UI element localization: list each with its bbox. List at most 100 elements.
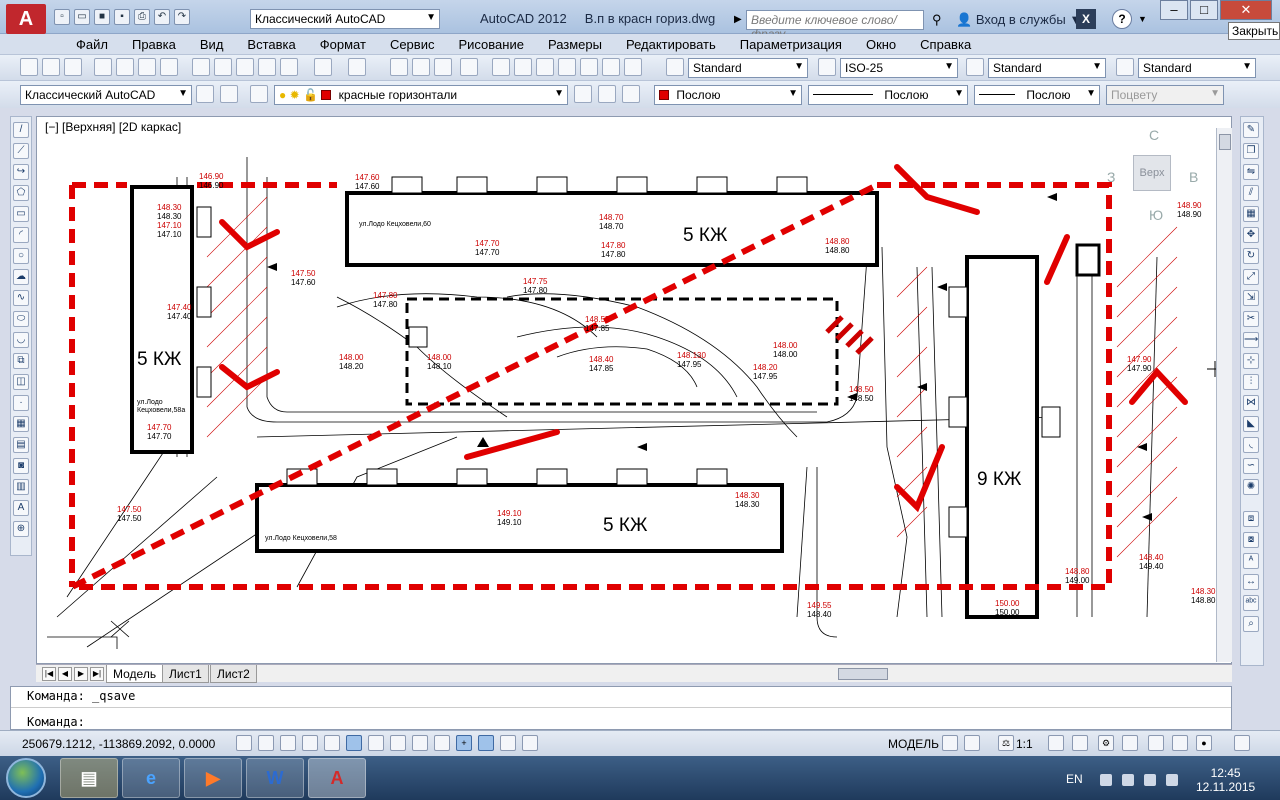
3d-dwf-icon[interactable] (160, 58, 178, 76)
vertical-scrollbar[interactable] (1216, 128, 1232, 662)
polygon-icon[interactable]: ⬠ (13, 185, 29, 201)
mirror-icon[interactable]: ⇋ (1243, 164, 1259, 180)
dim-style-icon[interactable] (818, 58, 836, 76)
ortho-icon[interactable] (302, 735, 318, 751)
application-menu-button[interactable]: A (6, 4, 46, 34)
menu-modify[interactable]: Редактировать (614, 34, 728, 54)
mleader-style-icon[interactable] (1116, 58, 1134, 76)
action-center-icon[interactable] (1122, 774, 1134, 786)
redo-icon[interactable] (348, 58, 366, 76)
multiline-text-icon[interactable]: A (13, 500, 29, 516)
exchange-icon[interactable]: X (1076, 9, 1096, 29)
horizontal-scrollbar-thumb[interactable] (838, 668, 888, 680)
rectangle-icon[interactable]: ▭ (13, 206, 29, 222)
polyline-icon[interactable]: ↪ (13, 164, 29, 180)
chamfer-icon[interactable]: ◣ (1243, 416, 1259, 432)
workspace-select[interactable]: Классический AutoCAD ▼ (250, 9, 440, 29)
menu-insert[interactable]: Вставка (235, 34, 307, 54)
text-edit-icon[interactable]: ᵃᵇᶜ (1243, 595, 1259, 611)
quick-view-layouts-icon[interactable] (942, 735, 958, 751)
draw-order-back-icon[interactable]: ⧇ (1243, 532, 1259, 548)
model-space-canvas[interactable]: [−] [Верхняя] [2D каркас] 5 КЖ ул.Лодо К… (36, 116, 1232, 664)
hardware-acceleration-icon[interactable] (1148, 735, 1164, 751)
region-icon[interactable]: ◙ (13, 458, 29, 474)
sign-in-button[interactable]: 👤 Вход в службы ▼ (956, 12, 1082, 28)
menu-dimension[interactable]: Размеры (536, 34, 614, 54)
last-tab-icon[interactable]: ▶| (90, 667, 104, 681)
calculator-icon[interactable] (624, 58, 642, 76)
tab-sheet2[interactable]: Лист2 (210, 665, 257, 683)
menu-format[interactable]: Формат (308, 34, 378, 54)
trim-icon[interactable]: ✂ (1243, 311, 1259, 327)
blend-curves-icon[interactable]: ∽ (1243, 458, 1259, 474)
design-center-icon[interactable] (514, 58, 532, 76)
undo-icon[interactable]: ↶ (154, 9, 170, 25)
compass-south[interactable]: Ю (1149, 207, 1163, 223)
snap-mode-icon[interactable] (258, 735, 274, 751)
add-selected-icon[interactable]: ⊕ (13, 521, 29, 537)
paste-icon[interactable] (236, 58, 254, 76)
object-snap-tracking-icon[interactable] (390, 735, 406, 751)
tab-sheet1[interactable]: Лист1 (162, 665, 209, 683)
compass-north[interactable]: С (1149, 127, 1159, 143)
erase-icon[interactable]: ✎ (1243, 122, 1259, 138)
expand-arrow-icon[interactable]: ▶ (734, 14, 742, 25)
command-prompt[interactable]: Команда: (27, 715, 85, 729)
rotate-icon[interactable]: ↻ (1243, 248, 1259, 264)
new-file-icon[interactable]: ▫ (54, 9, 70, 25)
polar-icon[interactable] (324, 735, 340, 751)
make-current-icon[interactable] (574, 85, 592, 103)
tool-palettes-icon[interactable] (536, 58, 554, 76)
auto-scale-icon[interactable] (1072, 735, 1088, 751)
table-style-icon[interactable] (966, 58, 984, 76)
workspace-settings-icon[interactable] (196, 85, 214, 103)
dim-style-select[interactable]: ISO-25 ▼ (840, 58, 958, 78)
minimize-button[interactable]: – (1160, 0, 1188, 20)
offset-icon[interactable]: ⫽ (1243, 185, 1259, 201)
system-clock[interactable]: 12:45 12.11.2015 (1196, 766, 1255, 794)
compass-east[interactable]: В (1189, 169, 1198, 185)
find-icon[interactable]: ⌕ (1243, 616, 1259, 632)
fillet-icon[interactable]: ◟ (1243, 437, 1259, 453)
annotation-scale-icon[interactable]: ⚖ (998, 735, 1014, 751)
arc-icon[interactable]: ◜ (13, 227, 29, 243)
match-properties-icon[interactable] (258, 58, 276, 76)
stretch-icon[interactable]: ⇲ (1243, 290, 1259, 306)
menu-tools[interactable]: Сервис (378, 34, 447, 54)
make-block-icon[interactable]: ◫ (13, 374, 29, 390)
text-style-select[interactable]: Standard ▼ (688, 58, 808, 78)
media-player-taskbar-icon[interactable]: ▶ (184, 758, 242, 798)
menu-edit[interactable]: Правка (120, 34, 188, 54)
undo-icon[interactable] (314, 58, 332, 76)
quickcalc-icon[interactable] (602, 58, 620, 76)
workspace-select-secondary[interactable]: Классический AutoCAD ▼ (20, 85, 192, 105)
layer-select[interactable]: ● ✹ 🔓 красные горизонтали ▼ (274, 85, 568, 105)
menu-window[interactable]: Окно (854, 34, 908, 54)
layer-state-icon[interactable] (250, 85, 268, 103)
start-button[interactable] (6, 758, 46, 798)
extend-icon[interactable]: ⟶ (1243, 332, 1259, 348)
first-tab-icon[interactable]: |◀ (42, 667, 56, 681)
menu-view[interactable]: Вид (188, 34, 236, 54)
object-snap-icon[interactable] (346, 735, 362, 751)
viewcube[interactable]: С З В Ю Верх (1107, 127, 1198, 223)
lightbulb-icon[interactable]: ● (1196, 735, 1212, 751)
new-icon[interactable] (20, 58, 38, 76)
3d-osnap-icon[interactable] (368, 735, 384, 751)
lineweight-icon[interactable]: + (456, 735, 472, 751)
construction-line-icon[interactable]: ⟋ (13, 143, 29, 159)
move-icon[interactable]: ✥ (1243, 227, 1259, 243)
dynamic-ucs-icon[interactable] (412, 735, 428, 751)
plot-icon[interactable] (94, 58, 112, 76)
save-icon[interactable] (64, 58, 82, 76)
linetype-select[interactable]: Послою ▼ (808, 85, 968, 105)
help-icon[interactable]: ? (1112, 9, 1132, 29)
menu-parametric[interactable]: Параметризация (728, 34, 854, 54)
input-language[interactable]: EN (1066, 772, 1083, 786)
properties-icon[interactable] (492, 58, 510, 76)
binoculars-icon[interactable]: ⚲ (932, 12, 942, 28)
sheet-set-icon[interactable] (558, 58, 576, 76)
viewcube-face-top[interactable]: Верх (1133, 155, 1171, 191)
revision-cloud-icon[interactable]: ☁ (13, 269, 29, 285)
dims-front-icon[interactable]: ↔ (1243, 574, 1259, 590)
